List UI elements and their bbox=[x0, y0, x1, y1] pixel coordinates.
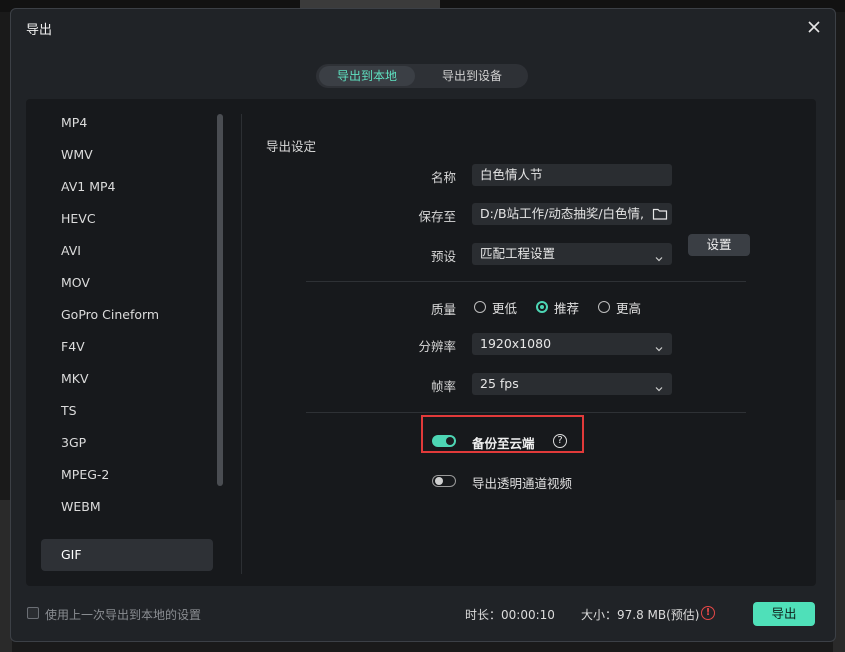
close-icon[interactable] bbox=[805, 18, 823, 36]
resolution-label: 分辨率 bbox=[418, 339, 456, 354]
format-item-ts[interactable]: TS bbox=[41, 395, 213, 427]
format-item-mov[interactable]: MOV bbox=[41, 267, 213, 299]
panel-divider bbox=[241, 114, 242, 574]
format-item-webm[interactable]: WEBM bbox=[41, 491, 213, 523]
format-item-avi[interactable]: AVI bbox=[41, 235, 213, 267]
quality-higher-label: 更高 bbox=[616, 300, 642, 316]
export-panel: MP4 WMV AV1 MP4 HEVC AVI MOV GoPro Cinef… bbox=[26, 99, 816, 586]
quality-option-higher[interactable]: 更高 bbox=[598, 297, 641, 317]
folder-icon[interactable] bbox=[652, 206, 668, 222]
format-item-3gp[interactable]: 3GP bbox=[41, 427, 213, 459]
radio-higher[interactable] bbox=[598, 301, 610, 313]
alpha-channel-label: 导出透明通道视频 bbox=[472, 476, 573, 491]
cloud-backup-label: 备份至云端 bbox=[472, 436, 535, 451]
preset-settings-button[interactable]: 设置 bbox=[688, 234, 750, 256]
format-list-scrollbar[interactable] bbox=[217, 114, 223, 486]
remember-settings-checkbox[interactable] bbox=[27, 607, 39, 619]
remember-settings-label: 使用上一次导出到本地的设置 bbox=[45, 608, 202, 622]
tab-export-device[interactable]: 导出到设备 bbox=[420, 66, 524, 86]
resolution-select[interactable]: 1920x1080 bbox=[472, 333, 672, 355]
format-item-mp4[interactable]: MP4 bbox=[41, 107, 213, 139]
format-item-wmv[interactable]: WMV bbox=[41, 139, 213, 171]
format-item-gif[interactable]: GIF bbox=[41, 539, 213, 571]
chevron-down-icon bbox=[654, 379, 664, 392]
export-target-tabs: 导出到本地 导出到设备 bbox=[316, 64, 528, 88]
name-label: 名称 bbox=[430, 170, 456, 185]
help-icon[interactable]: ? bbox=[553, 434, 567, 448]
quality-recommended-label: 推荐 bbox=[554, 300, 580, 316]
quality-lower-label: 更低 bbox=[492, 300, 518, 316]
format-item-gopro-cineform[interactable]: GoPro Cineform bbox=[41, 299, 213, 331]
format-item-mpeg-2[interactable]: MPEG-2 bbox=[41, 459, 213, 491]
settings-section-title: 导出设定 bbox=[266, 139, 317, 154]
chevron-down-icon bbox=[654, 249, 664, 262]
quality-label: 质量 bbox=[430, 302, 456, 317]
alpha-channel-toggle[interactable] bbox=[432, 475, 456, 487]
format-item-av1-mp4[interactable]: AV1 MP4 bbox=[41, 171, 213, 203]
chevron-down-icon bbox=[654, 339, 664, 352]
settings-divider-2 bbox=[306, 412, 746, 413]
warning-icon[interactable]: ! bbox=[701, 606, 715, 620]
format-list: MP4 WMV AV1 MP4 HEVC AVI MOV GoPro Cinef… bbox=[41, 107, 213, 579]
cloud-backup-toggle[interactable] bbox=[432, 435, 456, 447]
name-value: 白色情人节 bbox=[480, 167, 543, 182]
format-item-f4v[interactable]: F4V bbox=[41, 331, 213, 363]
framerate-label: 帧率 bbox=[430, 379, 456, 394]
export-dialog: 导出 导出到本地 导出到设备 MP4 WMV AV1 MP4 HEVC AVI … bbox=[10, 8, 836, 642]
save-path-value: D:/B站工作/动态抽奖/白色情, bbox=[480, 206, 645, 221]
preset-select[interactable]: 匹配工程设置 bbox=[472, 243, 672, 265]
radio-lower[interactable] bbox=[474, 301, 486, 313]
format-item-hevc[interactable]: HEVC bbox=[41, 203, 213, 235]
save-path-input[interactable]: D:/B站工作/动态抽奖/白色情, bbox=[472, 203, 672, 225]
size-estimate-text: 大小：97.8 MB(预估) bbox=[581, 608, 700, 622]
save-path-label: 保存至 bbox=[418, 209, 456, 224]
radio-recommended[interactable] bbox=[536, 301, 548, 313]
tab-export-local[interactable]: 导出到本地 bbox=[319, 66, 415, 86]
framerate-select[interactable]: 25 fps bbox=[472, 373, 672, 395]
resolution-value: 1920x1080 bbox=[480, 336, 552, 351]
settings-divider-1 bbox=[306, 281, 746, 282]
export-button[interactable]: 导出 bbox=[753, 602, 815, 626]
preset-value: 匹配工程设置 bbox=[480, 246, 556, 261]
quality-option-recommended[interactable]: 推荐 bbox=[536, 297, 579, 317]
name-input[interactable]: 白色情人节 bbox=[472, 164, 672, 186]
format-item-mkv[interactable]: MKV bbox=[41, 363, 213, 395]
preset-label: 预设 bbox=[430, 249, 456, 264]
quality-option-lower[interactable]: 更低 bbox=[474, 297, 517, 317]
framerate-value: 25 fps bbox=[480, 376, 519, 391]
dialog-title: 导出 bbox=[26, 23, 53, 38]
duration-text: 时长：00:00:10 bbox=[465, 608, 555, 622]
